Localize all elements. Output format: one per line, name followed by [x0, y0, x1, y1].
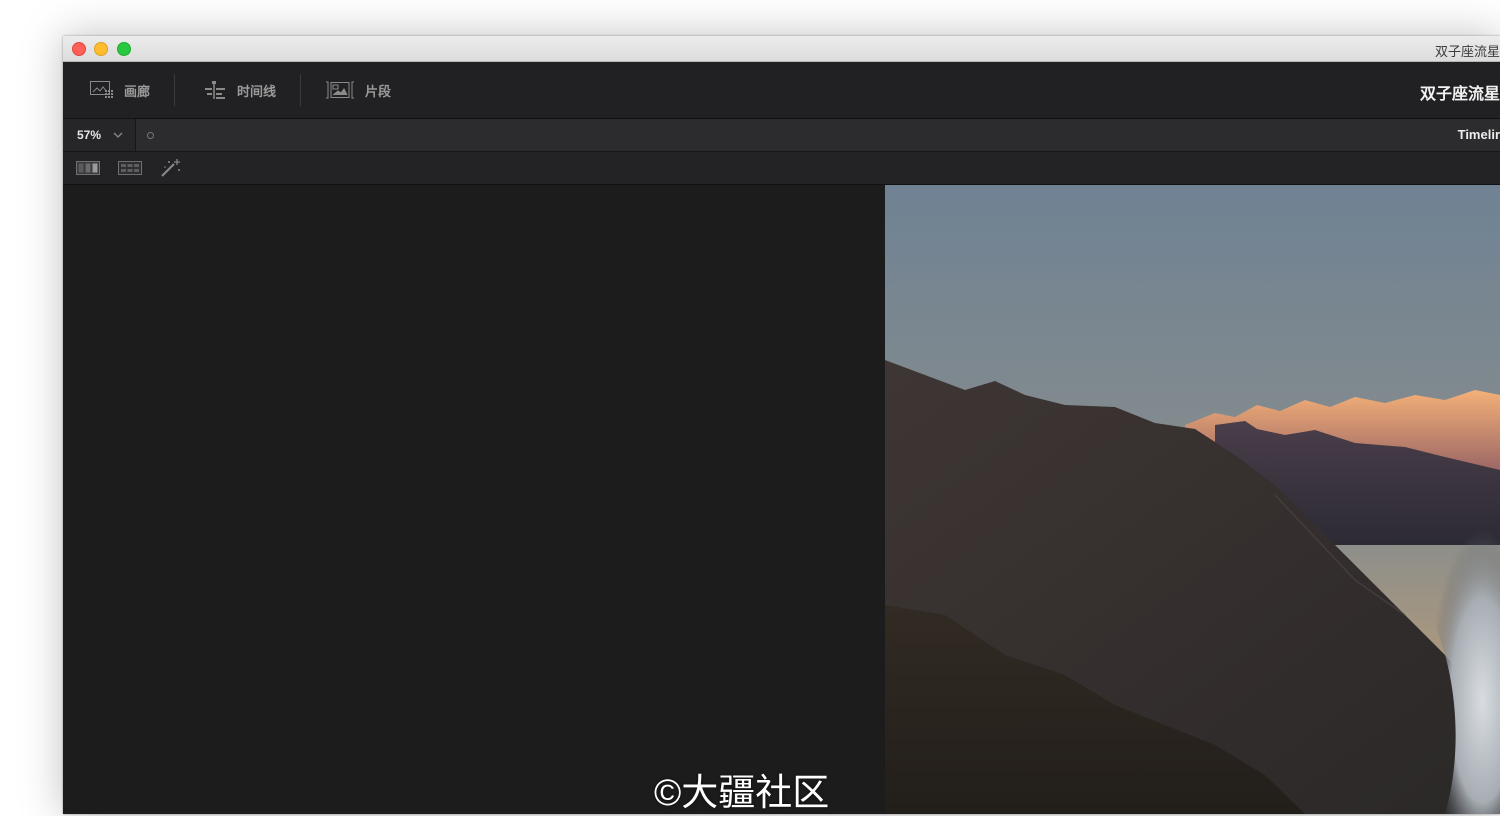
clips-button[interactable]: 片段: [325, 62, 391, 118]
mountain-landscape: [885, 185, 1500, 814]
grid-view-icon: [118, 160, 142, 176]
zoom-dropdown[interactable]: 57%: [63, 119, 136, 151]
maximize-window-button[interactable]: [117, 42, 131, 56]
timeline-label: 时间线: [237, 83, 277, 99]
timeline-icon: [203, 80, 227, 100]
clips-icon: [325, 81, 355, 99]
title-bar[interactable]: 双子座流星: [63, 36, 1500, 62]
window-title: 双子座流星: [1434, 44, 1500, 59]
project-title: 双子座流星: [1419, 86, 1500, 103]
minimize-window-button[interactable]: [94, 42, 108, 56]
zoom-value: 57%: [77, 128, 102, 142]
viewer-header-bar: 57% Timelir: [63, 119, 1500, 152]
close-window-button[interactable]: [72, 42, 86, 56]
gallery-button[interactable]: 画廊: [90, 62, 150, 118]
toolbar-divider: [174, 74, 175, 106]
clips-label: 片段: [365, 83, 392, 99]
gallery-icon: [90, 81, 114, 99]
magic-wand-icon: [160, 158, 182, 178]
view-options-bar: [63, 152, 1500, 185]
viewer-image: [885, 185, 1500, 814]
split-view-icon: [76, 160, 100, 176]
toolbar-divider: [300, 74, 301, 106]
grid-view-button[interactable]: [118, 158, 142, 178]
app-window: 双子座流星 画廊 时间线 片段 双子座流星 57% Timelir: [63, 36, 1500, 814]
gallery-label: 画廊: [124, 83, 151, 99]
split-view-button[interactable]: [76, 158, 100, 178]
gallery-panel: [63, 185, 885, 814]
watermark: ©大疆社区: [654, 772, 830, 813]
top-toolbar: 画廊 时间线 片段 双子座流星: [63, 62, 1500, 119]
timeline-button[interactable]: 时间线: [203, 62, 276, 118]
magic-wand-button[interactable]: [160, 158, 182, 178]
timeline-name: Timelir: [1457, 127, 1500, 142]
chevron-down-icon: [113, 132, 123, 138]
status-dot-icon: [147, 132, 154, 139]
